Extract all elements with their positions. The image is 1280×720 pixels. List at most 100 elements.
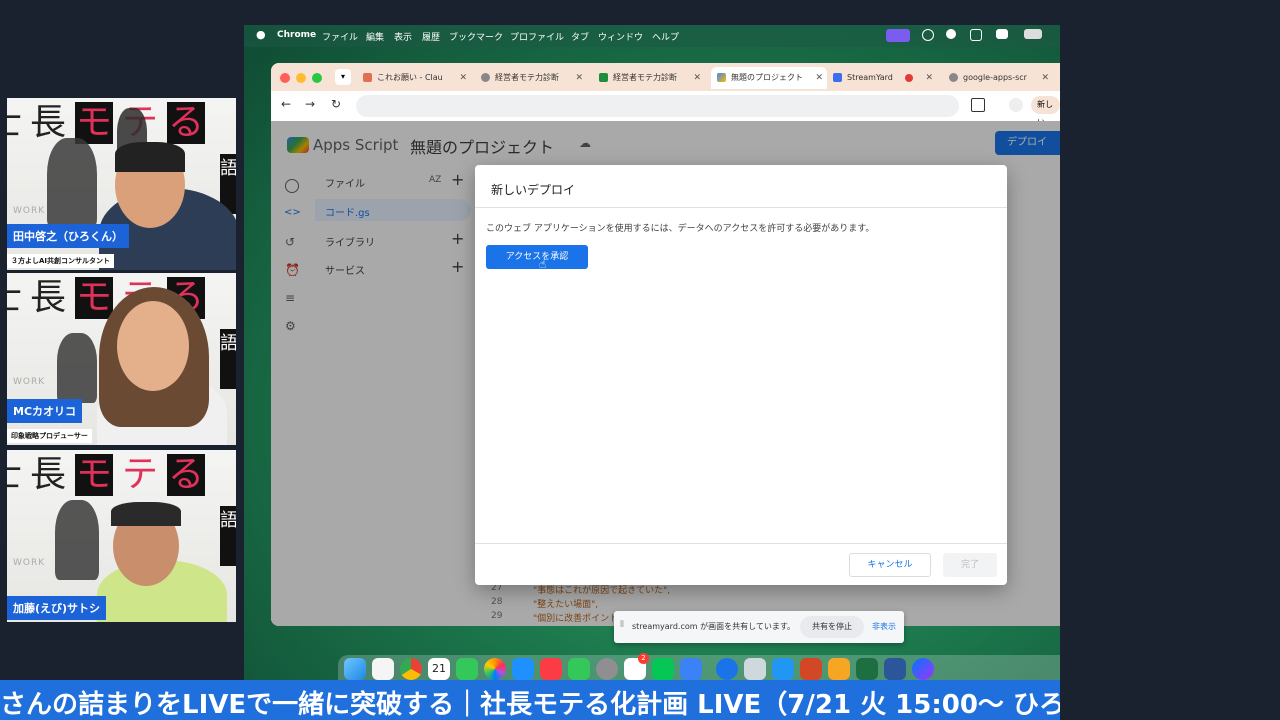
bg-vertical-text: 語 [220,506,236,566]
maximize-window-icon[interactable] [312,73,322,83]
apple-icon[interactable]: ● [256,28,266,41]
calendar-icon[interactable]: 21 [428,658,450,680]
keynote-icon[interactable] [772,658,794,680]
word-icon[interactable] [884,658,906,680]
facetime-icon[interactable] [456,658,478,680]
reload-icon[interactable]: ↻ [331,97,341,111]
tab-active[interactable]: 無題のプロジェクト ✕ [711,67,827,89]
screen-share-icon[interactable] [886,29,910,42]
minimize-window-icon[interactable] [296,73,306,83]
close-window-icon[interactable] [280,73,290,83]
globe-favicon [481,73,490,82]
tab[interactable]: 経営者モテ力診断 ✕ [599,67,705,89]
tab-title: 無題のプロジェクト [731,73,803,82]
finder-icon[interactable] [344,658,366,680]
menu-item[interactable]: Chrome [277,30,316,40]
authorize-access-button[interactable]: アクセスを承認 [486,245,588,269]
close-tab-icon[interactable]: ✕ [1041,67,1049,89]
bg-vertical-text: 語 [220,329,236,389]
hide-link[interactable]: 非表示 [872,621,896,632]
menu-item[interactable]: ウィンドウ [598,30,643,43]
browser-toolbar: ← → ↻ 新しい [271,91,1060,127]
messenger-icon[interactable] [912,658,934,680]
mail-icon[interactable] [680,658,702,680]
cancel-button[interactable]: キャンセル [849,553,931,577]
messages-icon[interactable] [568,658,590,680]
tab-title: 経営者モテ力診断 [613,73,677,82]
screen-share-notification: ⦀ streamyard.com が画面を共有しています。 共有を停止 非表示 [614,611,904,643]
extension-icon[interactable] [970,29,982,41]
launchpad-icon[interactable] [372,658,394,680]
bg-work-text: WORK [13,558,46,568]
line-icon[interactable] [946,29,956,39]
bg-kanji: 士 [7,102,23,144]
close-tab-icon[interactable]: ✕ [459,67,467,89]
bg-kanji: 士 [7,277,23,319]
bg-kanji: 長 [29,277,66,318]
extensions-icon[interactable] [971,98,985,112]
stop-sharing-button[interactable]: 共有を停止 [800,616,864,638]
menu-item[interactable]: ファイル [322,30,358,43]
participant-hair [111,502,181,526]
bg-kanji: る [167,102,205,144]
tab-strip: ▾ これお願い - Clau ✕ 経営者モテ力診断 ✕ 経営者モテ力診断 ✕ 無… [271,63,1060,91]
menu-item[interactable]: タブ [571,30,589,43]
automator-icon[interactable] [744,658,766,680]
tab-title: これお願い - Clau [377,73,443,82]
done-button[interactable]: 完了 [943,553,997,577]
chrome-icon[interactable] [400,658,422,680]
photos-icon[interactable] [484,658,506,680]
recording-icon [905,74,913,82]
settings-icon[interactable] [922,29,934,41]
line-app-icon[interactable] [652,658,674,680]
menu-item[interactable]: 表示 [394,30,412,43]
close-tab-icon[interactable]: ✕ [925,67,933,89]
app-store-icon[interactable] [512,658,534,680]
bg-work-text: WORK [13,206,46,216]
close-tab-icon[interactable]: ✕ [693,67,701,89]
forward-icon[interactable]: → [305,97,315,111]
excel-icon[interactable] [856,658,878,680]
bg-figure [57,333,97,403]
mac-menubar: ● Chrome ファイル 編集 表示 履歴 ブックマーク プロファイル タブ … [244,25,1060,47]
mac-dock: 21 2 [338,653,1060,680]
system-settings-icon[interactable] [596,658,618,680]
powerpoint-icon[interactable] [800,658,822,680]
menu-item[interactable]: ヘルプ [652,30,679,43]
books-icon[interactable] [828,658,850,680]
new-chrome-badge[interactable]: 新しい [1031,96,1060,127]
participant-name: 加藤(えび)サトシ [7,596,107,620]
close-tab-icon[interactable]: ✕ [575,67,583,89]
bg-kanji: テ [121,454,158,495]
menu-item[interactable]: 編集 [366,30,384,43]
menu-item[interactable]: プロファイル [510,30,564,43]
dialog-title: 新しいデプロイ [491,183,576,197]
bg-kanji: モ [75,454,113,496]
participant-role: 印象戦略プロデューサー [7,429,92,443]
menu-item[interactable]: ブックマーク [449,30,503,43]
camera-icon[interactable] [996,29,1008,39]
tab-search-icon[interactable]: ▾ [335,69,351,85]
profile-icon[interactable] [1009,98,1023,112]
menu-item[interactable]: 履歴 [422,30,440,43]
bg-kanji: 長 [29,102,66,143]
back-icon[interactable]: ← [281,97,291,111]
tab[interactable]: google-apps-scr ✕ [949,67,1053,89]
bg-figure [47,138,97,228]
streamyard-favicon [833,73,842,82]
drag-handle-icon[interactable]: ⦀ [620,620,624,630]
zoom-icon[interactable] [716,658,738,680]
keyboard-icon[interactable] [1024,29,1042,39]
tab[interactable]: これお願い - Clau ✕ [363,67,471,89]
tab[interactable]: 経営者モテ力診断 ✕ [481,67,587,89]
close-tab-icon[interactable]: ✕ [815,67,823,89]
address-bar[interactable] [356,95,959,117]
bg-kanji: 長 [29,454,66,495]
music-icon[interactable] [540,658,562,680]
divider [475,543,1007,544]
tab[interactable]: StreamYard ✕ [833,67,937,89]
sheets-favicon [599,73,608,82]
bg-figure [55,500,99,580]
participant-role: ３方よしAI共創コンサルタント [7,254,115,268]
new-deploy-dialog: 新しいデプロイ このウェブ アプリケーションを使用するには、データへのアクセスを… [475,165,1007,585]
